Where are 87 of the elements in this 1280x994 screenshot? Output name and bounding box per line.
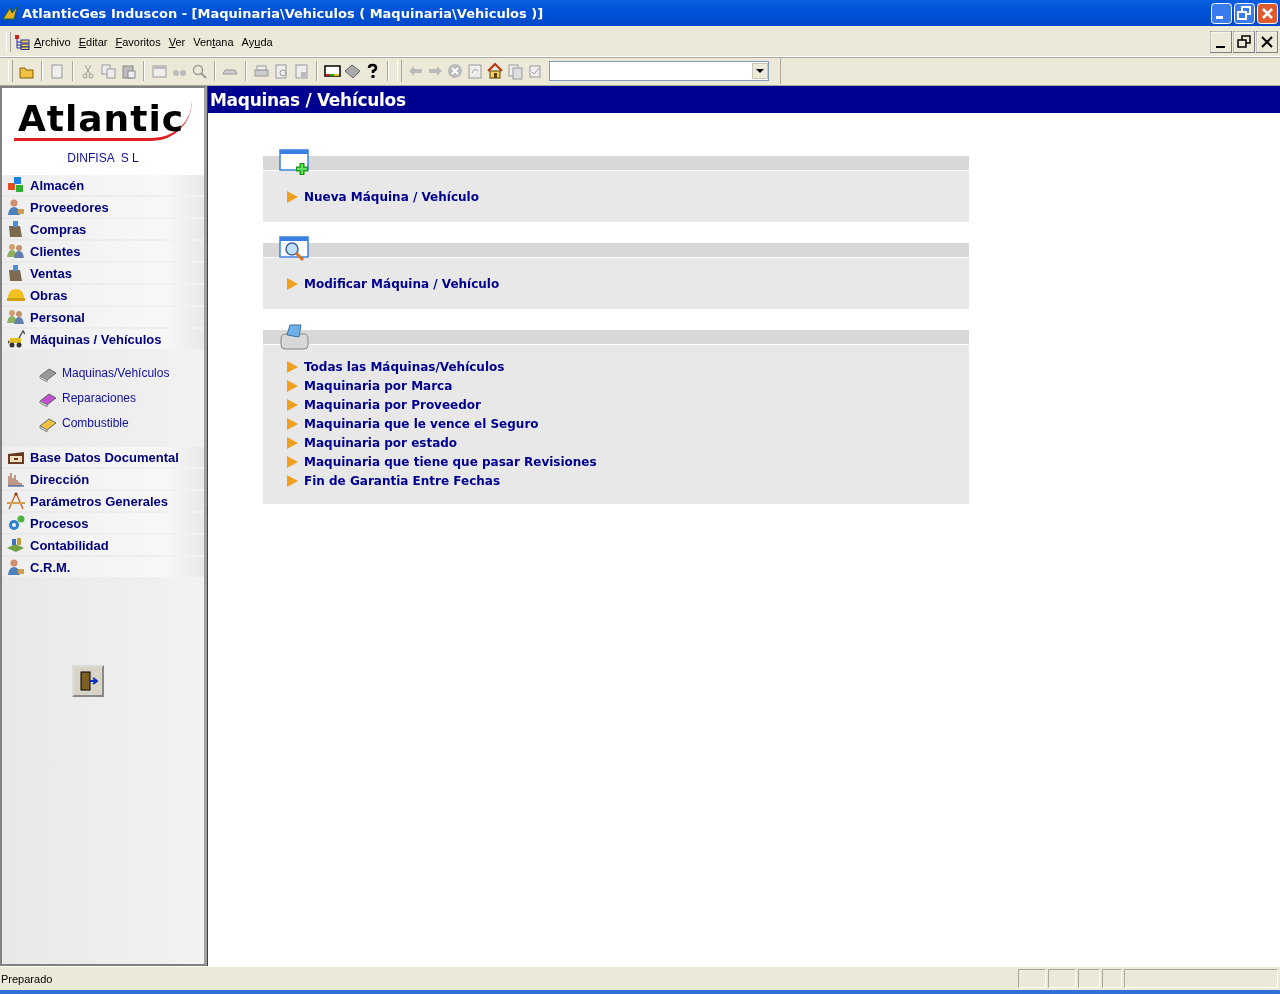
triangle-bullet-icon (287, 191, 298, 203)
report-link[interactable]: Maquinaria que tiene que pasar Revisiones (304, 455, 597, 469)
document-icon[interactable] (49, 62, 66, 80)
home-icon[interactable] (487, 62, 504, 80)
module-item[interactable]: Procesos (2, 513, 204, 533)
report-link[interactable]: Maquinaria por estado (304, 436, 458, 450)
menu-item[interactable]: Favoritos (111, 34, 165, 50)
boxes-icon (7, 176, 25, 194)
print-icon[interactable] (253, 62, 270, 80)
bag-icon (7, 220, 25, 238)
triangle-bullet-icon (287, 418, 298, 430)
restore-button[interactable] (1233, 31, 1255, 53)
dropdown-arrow-icon[interactable] (752, 63, 768, 79)
report-link[interactable]: Maquinaria por Proveedor (304, 398, 481, 412)
module-item[interactable]: Proveedores (2, 197, 204, 217)
people-icon (7, 308, 25, 326)
window-icon[interactable] (151, 62, 168, 80)
app-icon (2, 5, 18, 21)
menu-item[interactable]: Ayuda (237, 34, 277, 50)
module-item[interactable]: Personal (2, 307, 204, 327)
helmet-icon (7, 286, 25, 304)
printer-icon (279, 323, 310, 351)
search-window-icon (279, 236, 310, 264)
module-item[interactable]: Dirección (2, 469, 204, 489)
module-item[interactable]: Ventas (2, 263, 204, 283)
submodule-item[interactable]: Combustible (38, 413, 204, 433)
report-link[interactable]: Maquinaria que le vence el Seguro (304, 417, 539, 431)
monitor-icon[interactable] (324, 62, 341, 80)
report-link[interactable]: Maquinaria por Marca (304, 379, 453, 393)
status-pane (1102, 969, 1122, 988)
triangle-bullet-icon (287, 361, 298, 373)
status-pane (1048, 969, 1076, 988)
exit-button[interactable] (72, 665, 104, 697)
menu-item[interactable]: Archivo (30, 34, 75, 50)
triangle-bullet-icon (287, 437, 298, 449)
company-name: DINFISA S L (67, 151, 139, 165)
cut-icon[interactable] (80, 62, 97, 80)
person-icon (7, 558, 25, 576)
status-pane (1078, 969, 1100, 988)
module-item[interactable]: Base Datos Documental (2, 447, 204, 467)
stop-icon[interactable] (447, 62, 464, 80)
tag-icon[interactable] (344, 62, 361, 80)
triangle-bullet-icon (287, 278, 298, 290)
print-preview-icon[interactable] (273, 62, 290, 80)
person-icon (7, 198, 25, 216)
logo: Atlantic (13, 100, 193, 141)
page-icon[interactable] (293, 62, 310, 80)
report-link[interactable]: Nueva Máquina / Vehículo (304, 190, 479, 204)
module-item[interactable]: Compras (2, 219, 204, 239)
status-text: Preparado (0, 972, 54, 985)
module-item[interactable]: Contabilidad (2, 535, 204, 555)
module-item[interactable]: Máquinas / Vehículos (2, 329, 204, 349)
people-icon (7, 242, 25, 260)
menu-item[interactable]: Ver (164, 34, 190, 50)
report-link[interactable]: Modificar Máquina / Vehículo (304, 277, 500, 291)
triangle-bullet-icon (287, 475, 298, 487)
module-item[interactable]: Clientes (2, 241, 204, 261)
bag-icon (7, 264, 25, 282)
close-button[interactable] (1256, 31, 1278, 53)
module-item[interactable]: Obras (2, 285, 204, 305)
minimize-button[interactable] (1210, 31, 1232, 53)
module-item[interactable]: Almacén (2, 175, 204, 195)
submodule-item[interactable]: Reparaciones (38, 388, 204, 408)
compass-icon (7, 492, 25, 510)
new-window-icon (279, 149, 310, 177)
gear-icon (7, 514, 25, 532)
status-pane (1018, 969, 1046, 988)
report-link[interactable]: Fin de Garantia Entre Fechas (304, 474, 501, 488)
menu-item[interactable]: Editar (74, 34, 112, 50)
module-item[interactable]: Parámetros Generales (2, 491, 204, 511)
digger-icon (7, 330, 25, 348)
module-item[interactable]: C.R.M. (2, 557, 204, 577)
report-link[interactable]: Todas las Máquinas/Vehículos (304, 360, 505, 374)
triangle-bullet-icon (287, 456, 298, 468)
search-icon[interactable] (191, 62, 208, 80)
submodule-item[interactable]: Maquinas/Vehículos (38, 363, 204, 383)
chart-icon (7, 470, 25, 488)
menu-item[interactable]: Ventana (189, 34, 238, 50)
window-title: AtlanticGes Induscon - [Maquinaria\Vehiculos ( Maquinaria\Vehiculos )] (22, 5, 545, 21)
copy-icon[interactable] (100, 62, 117, 80)
tree-icon (14, 34, 30, 50)
page-title: Maquinas / Vehículos (208, 86, 1280, 113)
paste-icon[interactable] (120, 62, 137, 80)
triangle-bullet-icon (287, 399, 298, 411)
edit-icon[interactable] (527, 62, 544, 80)
triangle-bullet-icon (287, 380, 298, 392)
exit-door-icon (78, 670, 98, 692)
